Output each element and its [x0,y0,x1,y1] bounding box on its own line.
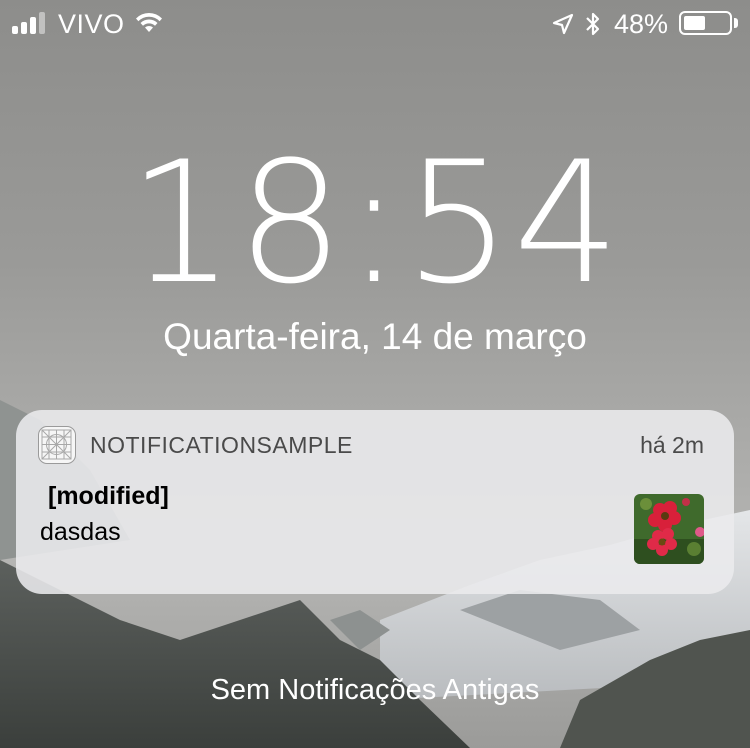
notification-body: dasdas [40,518,121,546]
app-placeholder-icon [38,426,76,464]
flower-photo [634,494,704,564]
notification-title: [modified] [48,482,169,510]
battery-cap [734,18,738,28]
location-arrow-icon [552,13,574,35]
battery-icon [679,11,732,35]
notification-app-name: NOTIFICATIONSAMPLE [90,432,353,458]
notification-card[interactable]: NOTIFICATIONSAMPLE há 2m [modified] dasd… [16,410,734,594]
lock-screen-date: Quarta-feira, 14 de março [163,316,587,357]
carrier-name: VIVO [58,9,125,39]
notification-thumbnail [634,494,704,564]
battery-percent: 48% [614,9,669,39]
lock-screen-time: 18:54 [127,125,623,321]
wifi-icon [136,12,162,32]
notification-timestamp: há 2m [640,432,704,458]
status-bar: VIVO 48% [0,0,750,48]
no-older-notifications-label: Sem Notificações Antigas [210,674,540,706]
wallpaper [0,0,750,748]
bluetooth-icon [586,12,600,36]
signal-bars-icon [12,12,45,34]
battery-level-fill [684,16,705,30]
mountain-landscape [0,400,750,748]
